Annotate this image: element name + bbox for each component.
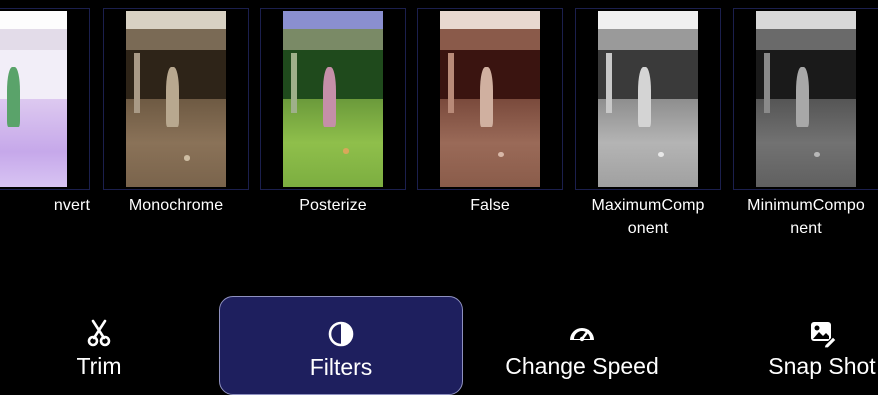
filter-thumbnail-image [440,11,540,187]
filter-posterize[interactable]: Posterize [260,8,406,217]
change-speed-label: Change Speed [505,353,659,379]
video-editor-screen: nvert Monochrome Posterize False Maximum… [0,0,878,395]
filter-label: False [470,197,510,214]
filter-thumbnail-image [126,11,226,187]
photo-edit-icon [811,322,837,348]
filter-thumbnail-image [283,11,383,187]
filter-monochrome[interactable]: Monochrome [103,8,249,217]
filter-thumbnail-image [598,11,698,187]
filter-thumbnail-frame [575,8,721,190]
filter-thumbnail-frame [417,8,563,190]
speedometer-icon [570,328,594,342]
half-circle-contrast-icon [328,321,354,347]
filter-label: Monochrome [128,197,224,214]
scissors-icon [87,319,111,347]
filter-false[interactable]: False [417,8,563,217]
filters-button[interactable]: Filters [219,296,463,395]
filter-thumbnail-image [0,11,67,187]
filter-label: MaximumComp onent [591,197,705,237]
snap-shot-label: Snap Shot [768,353,876,379]
filter-invert[interactable]: nvert [0,8,90,217]
trim-button[interactable]: Trim [0,296,218,395]
filter-thumbnail-frame [0,8,90,190]
snap-shot-button[interactable]: Snap Shot [703,296,878,395]
filter-thumbnail-image [756,11,856,187]
change-speed-button[interactable]: Change Speed [463,296,701,395]
filter-maximum-component[interactable]: MaximumComp onent [575,8,721,240]
filters-label: Filters [309,354,373,380]
filter-thumbnail-frame [260,8,406,190]
filter-label: Posterize [299,197,367,214]
filter-thumbnail-frame [733,8,878,190]
filter-label: nvert [53,197,90,214]
trim-label: Trim [76,353,122,379]
filter-label: MinimumCompo nent [747,197,865,237]
filter-minimum-component[interactable]: MinimumCompo nent [733,8,878,240]
filter-thumbnail-frame [103,8,249,190]
